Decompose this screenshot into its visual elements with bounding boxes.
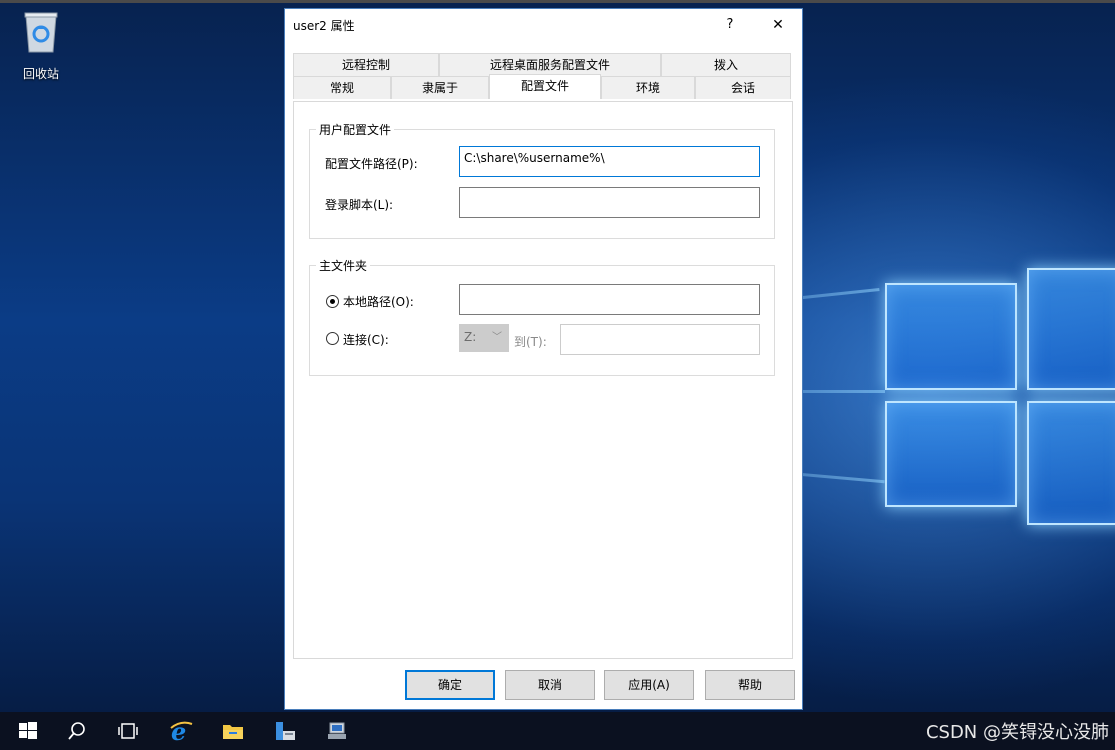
logo-pane-top-right [1027,268,1115,390]
logon-script-input[interactable] [459,187,760,218]
logo-pane-bottom-left [885,401,1017,507]
local-path-input[interactable] [459,284,760,315]
logo-pane-bottom-right [1027,401,1115,525]
home-folder-group: 主文件夹 本地路径(O): 连接(C): Z: ﹀ 到(T): [309,257,775,376]
dialog-title: user2 属性 [293,19,355,33]
local-path-radio[interactable] [326,295,339,308]
tabs-row-back: 远程控制 远程桌面服务配置文件 拨入 [293,53,793,76]
windows-start-icon[interactable] [16,719,40,743]
top-strip [0,0,1115,3]
tab-general[interactable]: 常规 [293,76,391,99]
profile-path-input[interactable]: C:\share\%username%\ [459,146,760,177]
close-icon[interactable]: ✕ [763,13,793,37]
cancel-button[interactable]: 取消 [505,670,595,700]
drive-letter-select[interactable]: Z: ﹀ [459,324,509,352]
help-icon[interactable]: ? [715,13,745,37]
chevron-down-icon: ﹀ [492,332,502,343]
help-button[interactable]: 帮助 [705,670,795,700]
connect-label: 连接(C): [343,333,389,347]
user-profile-group: 用户配置文件 配置文件路径(P): C:\share\%username%\ 登… [309,121,775,239]
recycle-bin[interactable]: 回收站 [14,10,68,82]
watermark-text: CSDN @笑锝没心没肺 [925,722,1109,743]
user-profile-group-title: 用户配置文件 [316,121,395,138]
file-explorer-icon[interactable] [221,719,245,743]
tab-environment[interactable]: 环境 [601,76,695,99]
tab-member-of[interactable]: 隶属于 [391,76,489,99]
connect-radio[interactable] [326,332,339,345]
tab-profile[interactable]: 配置文件 [489,74,601,99]
recycle-bin-label: 回收站 [22,67,59,81]
apply-button[interactable]: 应用(A) [604,670,694,700]
server-manager-icon[interactable] [273,719,297,743]
home-folder-group-title: 主文件夹 [316,257,371,274]
drive-letter-value: Z: [464,330,477,344]
logon-script-label: 登录脚本(L): [325,198,394,212]
radio-selected-dot [330,299,335,304]
to-label: 到(T): [514,335,547,349]
user-properties-dialog: user2 属性 ? ✕ 远程控制 远程桌面服务配置文件 拨入 常规 隶属于 配… [284,8,803,710]
tab-rds-profile[interactable]: 远程桌面服务配置文件 [439,53,661,76]
task-view-icon[interactable] [116,719,140,743]
profile-path-label: 配置文件路径(P): [325,157,418,171]
ok-button[interactable]: 确定 [405,670,495,700]
title-bar[interactable]: user2 属性 ? ✕ [285,9,802,41]
connect-to-input[interactable] [560,324,760,355]
recycle-bin-icon [24,12,58,53]
tab-sessions[interactable]: 会话 [695,76,791,99]
logo-pane-top-left [885,283,1017,390]
tabs-row-front: 常规 隶属于 配置文件 环境 会话 [293,74,793,99]
tab-panel-profile: 用户配置文件 配置文件路径(P): C:\share\%username%\ 登… [293,101,793,659]
tab-remote-control[interactable]: 远程控制 [293,53,439,76]
tab-dial-in[interactable]: 拨入 [661,53,791,76]
network-icon[interactable] [325,719,349,743]
internet-explorer-icon[interactable]: e [169,719,193,743]
search-icon[interactable] [65,719,89,743]
local-path-label: 本地路径(O): [343,295,414,309]
